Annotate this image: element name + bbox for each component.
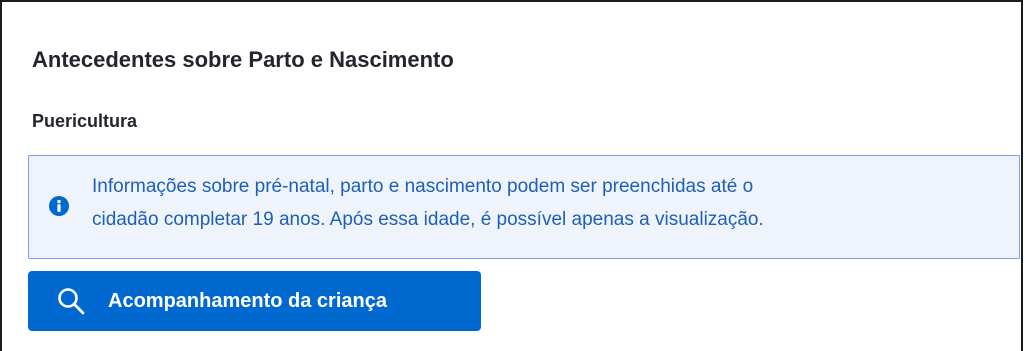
info-alert-line-1: Informações sobre pré-natal, parto e nas… <box>92 176 754 197</box>
section-title: Antecedentes sobre Parto e Nascimento <box>32 47 454 72</box>
info-icon <box>49 196 69 216</box>
child-followup-button[interactable]: Acompanhamento da criança <box>28 271 481 331</box>
info-alert-text: Informações sobre pré-natal, parto e nas… <box>92 170 1002 236</box>
search-icon <box>56 286 86 316</box>
info-alert: Informações sobre pré-natal, parto e nas… <box>28 155 1020 259</box>
child-followup-button-label: Acompanhamento da criança <box>108 289 387 312</box>
subsection-title: Puericultura <box>32 111 138 131</box>
info-alert-line-2: cidadão completar 19 anos. Após essa ida… <box>92 209 764 230</box>
